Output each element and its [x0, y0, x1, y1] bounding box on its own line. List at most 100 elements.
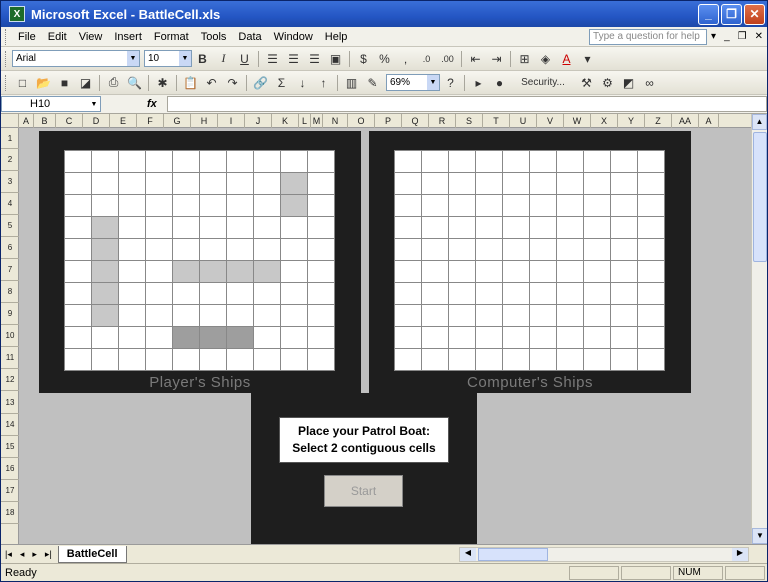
- board-cell[interactable]: [584, 217, 611, 239]
- board-cell[interactable]: [611, 217, 638, 239]
- board-cell[interactable]: [530, 283, 557, 305]
- align-left-icon[interactable]: ☰: [263, 49, 282, 68]
- board-cell[interactable]: [254, 305, 281, 327]
- help-question-input[interactable]: Type a question for help: [589, 28, 708, 45]
- board-cell[interactable]: [449, 195, 476, 217]
- board-cell[interactable]: [395, 217, 422, 239]
- sort-ascending-icon[interactable]: ↓: [293, 73, 312, 92]
- board-cell[interactable]: [449, 217, 476, 239]
- board-cell[interactable]: [146, 327, 173, 349]
- board-cell[interactable]: [638, 261, 665, 283]
- board-cell[interactable]: [146, 195, 173, 217]
- board-cell[interactable]: [611, 305, 638, 327]
- board-cell[interactable]: [584, 195, 611, 217]
- scroll-right-icon[interactable]: ▶: [732, 548, 748, 561]
- board-cell[interactable]: [584, 151, 611, 173]
- board-cell[interactable]: [281, 261, 308, 283]
- menu-insert[interactable]: Insert: [108, 31, 148, 43]
- board-cell[interactable]: [476, 151, 503, 173]
- row-header-14[interactable]: 14: [1, 414, 19, 436]
- board-cell[interactable]: [227, 173, 254, 195]
- chevron-down-icon[interactable]: ▼: [127, 51, 139, 66]
- row-header-8[interactable]: 8: [1, 281, 19, 303]
- menu-file[interactable]: File: [12, 31, 42, 43]
- board-cell[interactable]: [92, 151, 119, 173]
- computer-grid[interactable]: [394, 150, 665, 371]
- open-icon[interactable]: 📂: [34, 73, 53, 92]
- prev-sheet-icon[interactable]: ◂: [16, 549, 29, 560]
- board-cell[interactable]: [92, 195, 119, 217]
- drawing-icon[interactable]: ✎: [363, 73, 382, 92]
- board-cell[interactable]: [200, 151, 227, 173]
- formula-input[interactable]: [166, 96, 767, 112]
- row-header-15[interactable]: 15: [1, 436, 19, 458]
- board-cell[interactable]: [308, 239, 335, 261]
- last-sheet-icon[interactable]: ▸|: [41, 549, 56, 560]
- row-header-18[interactable]: 18: [1, 502, 19, 524]
- board-cell[interactable]: [449, 239, 476, 261]
- board-cell[interactable]: [227, 327, 254, 349]
- board-cell[interactable]: [119, 283, 146, 305]
- board-cell[interactable]: [308, 283, 335, 305]
- board-cell[interactable]: [476, 283, 503, 305]
- column-header-o[interactable]: O: [348, 114, 375, 128]
- board-cell[interactable]: [422, 173, 449, 195]
- board-cell[interactable]: [449, 327, 476, 349]
- board-cell[interactable]: [638, 173, 665, 195]
- column-header-f[interactable]: F: [137, 114, 164, 128]
- board-cell[interactable]: [227, 195, 254, 217]
- workbook-minimize-icon[interactable]: _: [724, 31, 730, 42]
- board-cell[interactable]: [254, 239, 281, 261]
- board-cell[interactable]: [557, 217, 584, 239]
- sort-descending-icon[interactable]: ↑: [314, 73, 333, 92]
- board-cell[interactable]: [395, 173, 422, 195]
- print-preview-icon[interactable]: 🔍: [125, 73, 144, 92]
- board-cell[interactable]: [308, 261, 335, 283]
- column-header-aa[interactable]: AA: [672, 114, 699, 128]
- board-cell[interactable]: [422, 217, 449, 239]
- board-cell[interactable]: [92, 217, 119, 239]
- board-cell[interactable]: [65, 283, 92, 305]
- board-cell[interactable]: [200, 305, 227, 327]
- board-cell[interactable]: [308, 349, 335, 371]
- board-cell[interactable]: [422, 349, 449, 371]
- board-cell[interactable]: [449, 261, 476, 283]
- board-cell[interactable]: [395, 283, 422, 305]
- board-cell[interactable]: [476, 173, 503, 195]
- board-cell[interactable]: [449, 349, 476, 371]
- board-cell[interactable]: [173, 173, 200, 195]
- control-toolbox-icon[interactable]: ⚙: [598, 73, 617, 92]
- board-cell[interactable]: [503, 261, 530, 283]
- board-cell[interactable]: [611, 283, 638, 305]
- column-header-r[interactable]: R: [429, 114, 456, 128]
- board-cell[interactable]: [557, 261, 584, 283]
- security-button[interactable]: Security...: [511, 73, 575, 92]
- board-cell[interactable]: [173, 217, 200, 239]
- board-cell[interactable]: [395, 239, 422, 261]
- percent-button[interactable]: %: [375, 49, 394, 68]
- font-color-icon[interactable]: A: [557, 49, 576, 68]
- board-cell[interactable]: [92, 327, 119, 349]
- currency-button[interactable]: $: [354, 49, 373, 68]
- board-cell[interactable]: [308, 195, 335, 217]
- minimize-button[interactable]: _: [698, 3, 719, 25]
- board-cell[interactable]: [395, 349, 422, 371]
- board-cell[interactable]: [65, 195, 92, 217]
- board-cell[interactable]: [119, 151, 146, 173]
- board-cell[interactable]: [146, 151, 173, 173]
- board-cell[interactable]: [254, 349, 281, 371]
- board-cell[interactable]: [200, 239, 227, 261]
- research-icon[interactable]: ✱: [153, 73, 172, 92]
- board-cell[interactable]: [227, 239, 254, 261]
- board-cell[interactable]: [503, 283, 530, 305]
- board-cell[interactable]: [638, 217, 665, 239]
- row-header-4[interactable]: 4: [1, 193, 19, 215]
- board-cell[interactable]: [530, 239, 557, 261]
- board-cell[interactable]: [395, 305, 422, 327]
- redo-icon[interactable]: ↷: [223, 73, 242, 92]
- align-right-icon[interactable]: ☰: [305, 49, 324, 68]
- close-window-button[interactable]: ✕: [744, 3, 765, 25]
- board-cell[interactable]: [92, 283, 119, 305]
- autosum-icon[interactable]: Σ: [272, 73, 291, 92]
- board-cell[interactable]: [281, 173, 308, 195]
